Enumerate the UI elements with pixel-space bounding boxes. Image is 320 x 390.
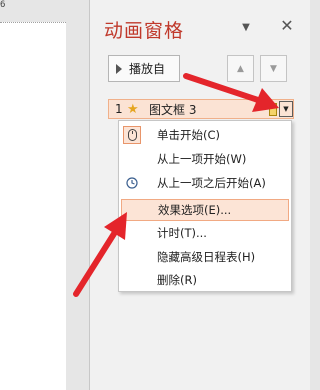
mouse-icon [123,126,141,144]
entrance-effect-star-icon: ★ [127,101,139,117]
slide-area: 6 [0,0,90,390]
play-from-button[interactable]: 播放自 [108,55,180,82]
menu-item-timing[interactable]: 计时(T)... [121,222,289,244]
menu-item-label: 计时(T)... [157,226,207,240]
menu-item-label: 删除(R) [157,273,197,287]
animation-target-name: 图文框 3 [149,102,197,117]
animation-pane: 动画窗格 ▼ ✕ 播放自 ▲ ▼ 1 ★ 图文框 3 ▼ 单击开始(C) 从上一… [90,0,310,390]
close-icon[interactable]: ✕ [278,17,296,35]
chevron-down-icon: ▼ [270,63,277,74]
ruler-marker: 6 [0,0,6,10]
app-window: 6 动画窗格 ▼ ✕ 播放自 ▲ ▼ 1 ★ 图文框 3 ▼ 单击开始(C) 从… [0,0,310,390]
slide-ruler-line [0,22,66,23]
menu-item-label: 从上一项开始(W) [157,152,247,166]
menu-item-with-previous[interactable]: 从上一项开始(W) [121,148,289,170]
menu-item-after-previous[interactable]: 从上一项之后开始(A) [121,172,289,194]
animation-list-item[interactable]: 1 ★ 图文框 3 ▼ [108,99,294,119]
play-icon [116,63,122,74]
clock-icon [123,174,141,192]
item-dropdown-button[interactable]: ▼ [279,101,293,117]
menu-item-start-on-click[interactable]: 单击开始(C) [121,124,289,146]
animation-order-number: 1 [115,102,123,116]
play-from-label: 播放自 [129,62,166,76]
move-up-button[interactable]: ▲ [227,55,254,82]
slide-canvas[interactable] [0,22,66,390]
pane-options-dropdown-icon[interactable]: ▼ [238,20,254,36]
menu-item-remove[interactable]: 删除(R) [121,269,289,291]
pane-title: 动画窗格 [104,20,185,42]
menu-item-label: 隐藏高级日程表(H) [157,250,256,264]
timing-bar[interactable] [269,103,277,116]
menu-item-label: 效果选项(E)... [158,203,232,217]
chevron-down-icon: ▼ [283,105,289,113]
move-down-button[interactable]: ▼ [260,55,287,82]
menu-item-effect-options[interactable]: 效果选项(E)... [121,199,289,221]
chevron-up-icon: ▲ [237,63,244,74]
menu-item-label: 单击开始(C) [157,128,221,142]
menu-item-label: 从上一项之后开始(A) [157,176,266,190]
context-menu: 单击开始(C) 从上一项开始(W) 从上一项之后开始(A) 效果选项(E)...… [118,120,292,292]
menu-item-hide-advanced-timeline[interactable]: 隐藏高级日程表(H) [121,246,289,268]
